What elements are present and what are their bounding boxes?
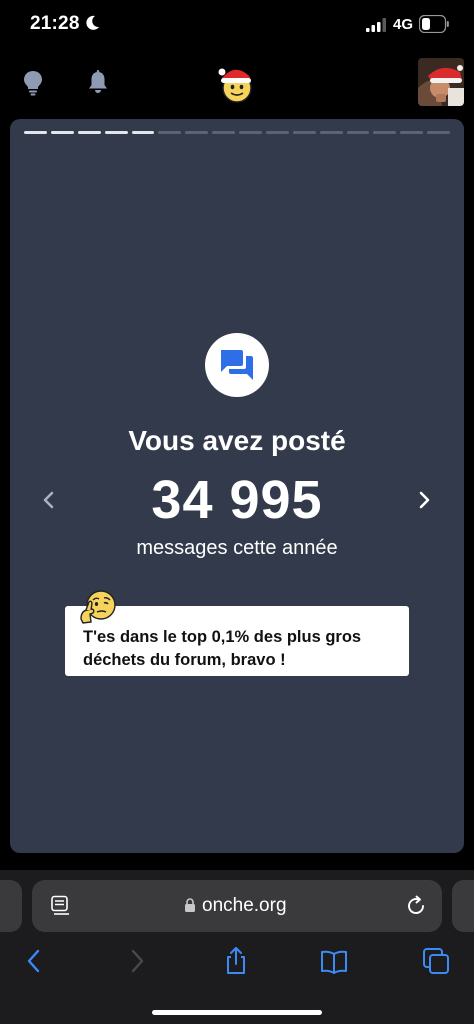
tabs-icon[interactable] [421,946,451,976]
progress-segment [158,131,182,134]
network-label: 4G [393,16,414,33]
status-time: 21:28 [30,13,80,34]
share-icon[interactable] [221,946,251,976]
battery-icon [419,15,449,33]
chat-bubbles-icon [221,350,253,380]
next-tab-peek[interactable] [452,880,474,932]
progress-segment [346,131,370,134]
story-subline: messages cette année [136,537,338,559]
chevron-left-icon[interactable] [40,489,58,511]
progress-segment [292,131,316,134]
comment-box: T'es dans le top 0,1% des plus gros déch… [65,590,409,676]
browser-bottom-bar: onche.org [0,870,474,1024]
bell-icon[interactable] [86,70,110,96]
reload-icon[interactable] [404,894,428,918]
message-count: 34 995 [151,470,323,530]
lightbulb-icon[interactable] [21,70,45,96]
home-indicator [152,1010,322,1015]
progress-segment [265,131,289,134]
progress-segment [77,131,101,134]
profile-avatar[interactable] [418,58,464,106]
progress-segment [185,131,209,134]
santa-emoji-logo[interactable] [216,64,256,104]
story-progress-bar [24,131,450,134]
story-headline: Vous avez posté [128,425,346,456]
address-bar[interactable]: onche.org [32,880,442,932]
progress-segment [104,131,128,134]
thinking-emoji [80,590,116,624]
progress-segment [239,131,262,134]
progress-segment [373,131,397,134]
browser-toolbar [0,942,474,982]
progress-segment [427,131,450,134]
comment-text: T'es dans le top 0,1% des plus gros déch… [83,628,362,669]
progress-segment [319,131,343,134]
bookmarks-icon[interactable] [319,946,349,976]
signal-icon [366,18,386,32]
previous-tab-peek[interactable] [0,880,22,932]
wrapped-story-card[interactable]: Vous avez posté 34 995 messages cette an… [10,119,464,853]
chat-icon-badge [205,333,269,397]
status-bar: 21:28 4G [0,0,474,50]
reader-icon[interactable] [50,895,72,917]
progress-segment [131,131,155,134]
progress-segment [400,131,424,134]
moon-icon [86,15,99,30]
lock-icon [185,898,195,912]
progress-segment [24,131,47,134]
forward-icon[interactable] [122,946,152,976]
back-icon[interactable] [20,946,50,976]
chevron-right-icon[interactable] [415,489,433,511]
url-text[interactable]: onche.org [202,895,287,917]
progress-segment [212,131,235,134]
app-header [0,52,474,112]
progress-segment [50,131,74,134]
